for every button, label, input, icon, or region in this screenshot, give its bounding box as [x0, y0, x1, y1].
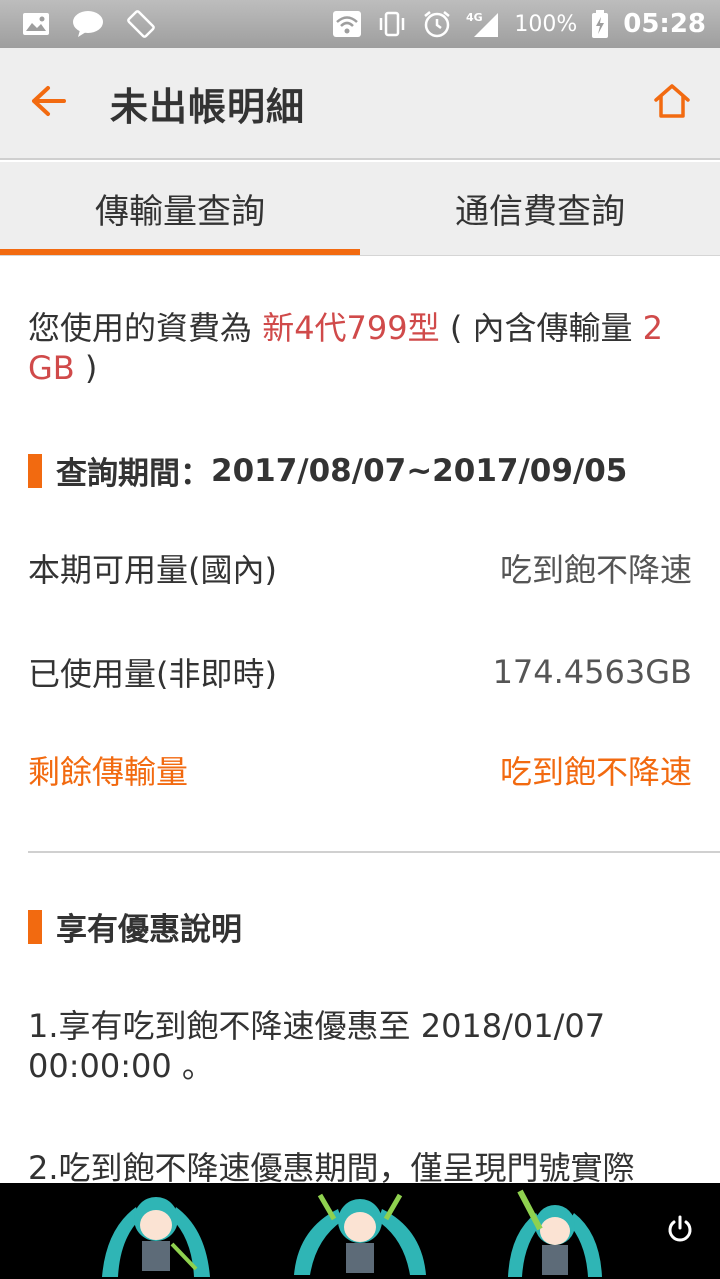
plan-middle: ( 內含傳輸量 — [439, 309, 643, 347]
home-button[interactable] — [624, 47, 720, 159]
used-value: 174.4563GB — [492, 653, 692, 691]
tab-data-usage[interactable]: 傳輸量查詢 — [0, 162, 360, 255]
back-button[interactable] — [0, 47, 96, 159]
plan-description: 您使用的資費為 新4代799型 ( 內含傳輸量 2 GB ) — [28, 308, 692, 388]
tab-call-charges[interactable]: 通信費查詢 — [360, 162, 720, 255]
used-row: 已使用量(非即時) 174.4563GB — [28, 650, 692, 694]
power-icon — [667, 1215, 693, 1247]
wifi-icon — [332, 10, 362, 38]
plan-name: 新4代799型 — [262, 309, 440, 347]
available-value: 吃到飽不降速 — [499, 551, 692, 589]
divider — [28, 851, 720, 853]
alarm-icon — [422, 9, 452, 39]
plan-prefix: 您使用的資費為 — [28, 309, 263, 347]
section-marker — [28, 453, 42, 488]
plan-suffix: ) — [74, 349, 98, 387]
vibrate-icon — [376, 10, 408, 38]
screen-rotation-icon — [126, 9, 156, 39]
app-bar: 未出帳明細 — [0, 48, 720, 160]
clock: 05:28 — [623, 9, 706, 39]
signal-4g-icon: 4G — [466, 9, 500, 39]
main-content: 您使用的資費為 新4代799型 ( 內含傳輸量 2 GB ) 查詢期間： 2017… — [0, 256, 720, 1183]
battery-percent: 100% — [514, 11, 578, 37]
remaining-value: 吃到飽不降速 — [499, 753, 692, 791]
mascot-image-3 — [508, 1189, 602, 1277]
line-app-notification-icon — [72, 10, 104, 38]
offer-note-1: 1.享有吃到飽不降速優惠至 2018/01/07 00:00:00 。 — [28, 1007, 606, 1085]
remaining-row: 剩餘傳輸量 吃到飽不降速 — [28, 748, 692, 792]
mascot-image-2 — [294, 1193, 426, 1275]
back-arrow-icon — [30, 85, 66, 121]
navigation-bar — [0, 1183, 720, 1279]
section-marker — [28, 909, 42, 944]
mascot-image-1 — [102, 1197, 210, 1277]
offer-note-2: 2.吃到飽不降速優惠期間，僅呈現門號實際 — [28, 1149, 635, 1183]
status-bar: 4G 100% 05:28 — [0, 0, 720, 48]
available-label: 本期可用量(國內) — [28, 551, 277, 589]
home-icon — [652, 82, 692, 124]
page-title: 未出帳明細 — [110, 84, 306, 129]
available-row: 本期可用量(國內) 吃到飽不降速 — [28, 546, 692, 590]
query-period-heading: 查詢期間： 2017/08/07~2017/09/05 — [28, 448, 627, 493]
svg-text:4G: 4G — [466, 11, 483, 24]
battery-charging-icon — [591, 9, 609, 39]
query-period-label: 查詢期間： — [56, 456, 211, 492]
offers-heading-label: 享有優惠說明 — [56, 912, 242, 948]
gallery-notification-icon — [22, 12, 50, 36]
query-period-range: 2017/08/07~2017/09/05 — [211, 452, 628, 489]
remaining-label: 剩餘傳輸量 — [28, 753, 189, 791]
offers-heading: 享有優惠說明 — [28, 904, 242, 949]
tab-bar: 傳輸量查詢 通信費查詢 — [0, 162, 720, 256]
used-label: 已使用量(非即時) — [28, 655, 277, 693]
power-button[interactable] — [660, 1211, 700, 1251]
